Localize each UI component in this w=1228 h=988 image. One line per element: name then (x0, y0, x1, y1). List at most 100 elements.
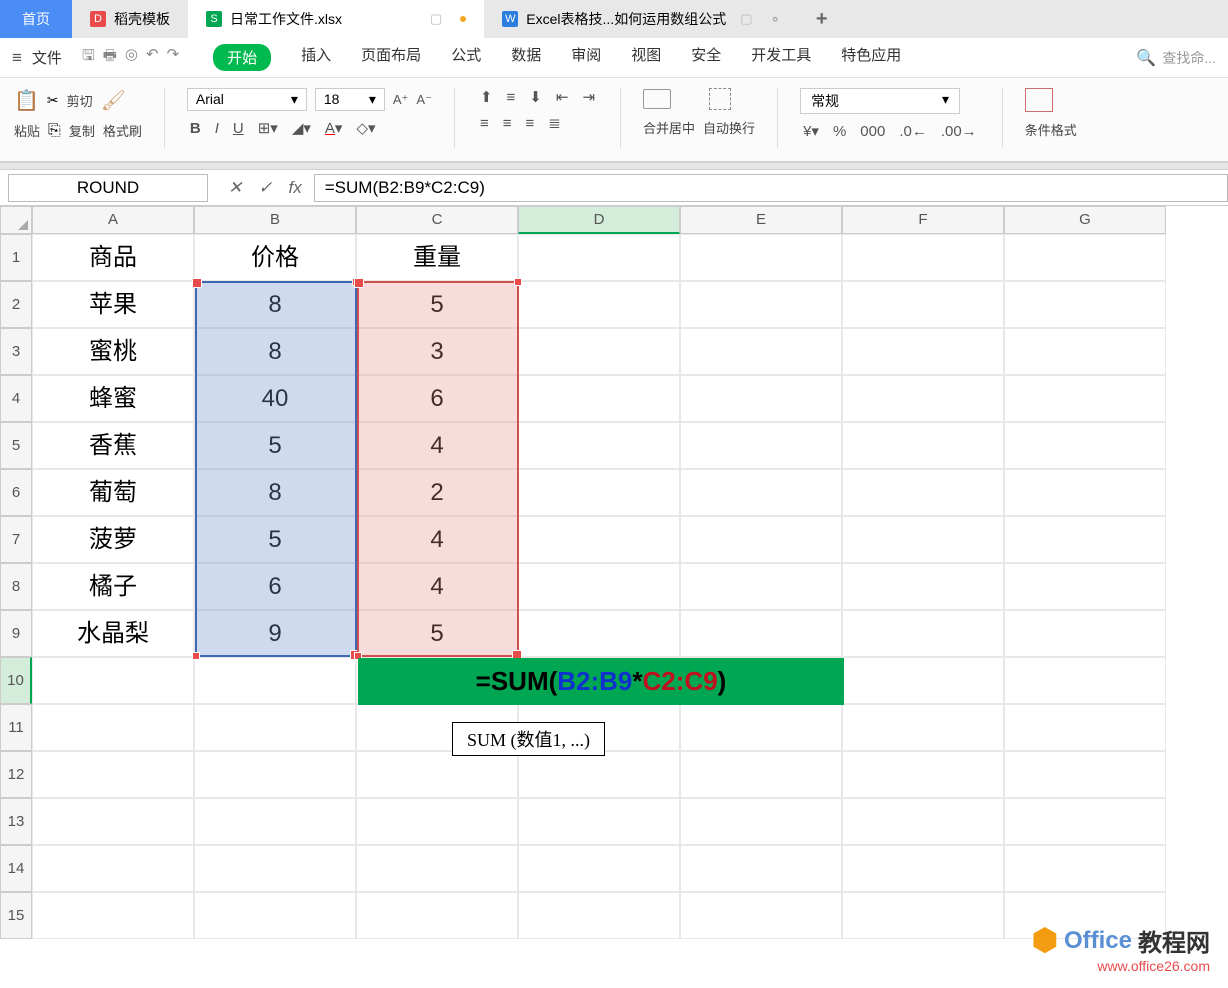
cell[interactable] (1004, 469, 1166, 516)
new-tab-button[interactable]: + (816, 8, 828, 31)
col-header-f[interactable]: F (842, 206, 1004, 234)
cell[interactable] (842, 422, 1004, 469)
cell[interactable] (842, 516, 1004, 563)
painter-label[interactable]: 格式刷 (103, 121, 142, 140)
cell[interactable]: 9 (194, 610, 356, 657)
cell[interactable] (518, 798, 680, 845)
cell[interactable] (842, 281, 1004, 328)
cell[interactable]: 橘子 (32, 563, 194, 610)
cell[interactable] (680, 328, 842, 375)
cell[interactable] (1004, 281, 1166, 328)
comma-icon[interactable]: 000 (857, 123, 888, 140)
clear-format-button[interactable]: ◇▾ (353, 119, 378, 137)
cell[interactable] (842, 375, 1004, 422)
tab-template[interactable]: D稻壳模板 (72, 0, 188, 38)
cell[interactable] (680, 516, 842, 563)
fx-icon[interactable]: fx (289, 178, 302, 198)
cell[interactable] (518, 563, 680, 610)
cell[interactable] (356, 845, 518, 892)
cell[interactable] (518, 469, 680, 516)
decrease-font-icon[interactable]: A⁻ (416, 92, 432, 108)
cell[interactable]: 5 (356, 281, 518, 328)
cell[interactable] (32, 704, 194, 751)
search-command[interactable]: 🔍查找命... (1136, 48, 1216, 68)
cell[interactable] (680, 704, 842, 751)
cell[interactable]: 商品 (32, 234, 194, 281)
cell[interactable]: 蜜桃 (32, 328, 194, 375)
col-header-c[interactable]: C (356, 206, 518, 234)
cell[interactable] (356, 892, 518, 939)
cond-format-icon[interactable] (1025, 88, 1053, 112)
fill-color-button[interactable]: ◢▾ (289, 119, 314, 137)
cell[interactable] (680, 892, 842, 939)
col-header-a[interactable]: A (32, 206, 194, 234)
row-header[interactable]: 15 (0, 892, 32, 939)
paste-label[interactable]: 粘贴 (14, 121, 40, 140)
cell[interactable] (518, 845, 680, 892)
row-header[interactable]: 3 (0, 328, 32, 375)
row-header[interactable]: 6 (0, 469, 32, 516)
wrap-label[interactable]: 自动换行 (703, 118, 755, 137)
cancel-formula-icon[interactable]: ✕ (228, 178, 242, 198)
cell[interactable] (356, 751, 518, 798)
cell[interactable] (32, 798, 194, 845)
align-mid-icon[interactable]: ≡ (504, 89, 519, 106)
wrap-icon[interactable] (709, 88, 731, 110)
tab-excel-tip[interactable]: WExcel表格技...如何运用数组公式▢∘ (484, 0, 798, 38)
cell[interactable]: 3 (356, 328, 518, 375)
menu-view[interactable]: 视图 (631, 44, 661, 71)
col-header-g[interactable]: G (1004, 206, 1166, 234)
font-size-select[interactable]: 18▾ (315, 88, 385, 111)
active-cell-formula[interactable]: =SUM( B2:B9 * C2:C9 ) (358, 658, 844, 705)
cell[interactable] (680, 610, 842, 657)
preview-icon[interactable]: ◎ (125, 45, 138, 70)
bold-button[interactable]: B (187, 120, 204, 137)
cond-format-label[interactable]: 条件格式 (1025, 120, 1077, 139)
cell[interactable] (518, 892, 680, 939)
row-header[interactable]: 7 (0, 516, 32, 563)
cut-icon[interactable]: ✂ (47, 92, 59, 109)
align-top-icon[interactable]: ⬆ (477, 88, 496, 106)
align-center-icon[interactable]: ≡ (500, 115, 515, 132)
cell[interactable] (518, 328, 680, 375)
cell[interactable] (1004, 657, 1166, 704)
cell[interactable]: 2 (356, 469, 518, 516)
menu-special[interactable]: 特色应用 (841, 44, 901, 71)
number-format-select[interactable]: 常规▾ (800, 88, 960, 114)
align-left-icon[interactable]: ≡ (477, 115, 492, 132)
cell[interactable]: 8 (194, 469, 356, 516)
dec-inc-icon[interactable]: .0← (896, 123, 930, 140)
cell[interactable] (842, 234, 1004, 281)
cell[interactable]: 香蕉 (32, 422, 194, 469)
cell[interactable] (680, 375, 842, 422)
italic-button[interactable]: I (212, 120, 222, 137)
cell[interactable] (1004, 751, 1166, 798)
cell[interactable] (680, 469, 842, 516)
cell[interactable] (680, 281, 842, 328)
row-header[interactable]: 8 (0, 563, 32, 610)
cell[interactable] (518, 610, 680, 657)
cell[interactable] (1004, 845, 1166, 892)
cell[interactable] (842, 610, 1004, 657)
row-header[interactable]: 5 (0, 422, 32, 469)
name-box[interactable]: ROUND (8, 174, 208, 202)
cell[interactable] (680, 234, 842, 281)
cell[interactable] (842, 845, 1004, 892)
col-header-d[interactable]: D (518, 206, 680, 234)
print-icon[interactable]: 🖶 (103, 45, 117, 70)
hamburger-icon[interactable]: ≡ (12, 48, 22, 68)
tab-workfile[interactable]: S日常工作文件.xlsx▢ (188, 0, 484, 38)
col-header-b[interactable]: B (194, 206, 356, 234)
cell[interactable] (518, 516, 680, 563)
row-header[interactable]: 12 (0, 751, 32, 798)
cell[interactable]: 4 (356, 516, 518, 563)
cell[interactable]: 苹果 (32, 281, 194, 328)
select-all-corner[interactable] (0, 206, 32, 234)
cell[interactable] (842, 704, 1004, 751)
cell[interactable] (194, 657, 356, 704)
cell[interactable] (194, 845, 356, 892)
cell[interactable]: 6 (194, 563, 356, 610)
menu-data[interactable]: 数据 (511, 44, 541, 71)
row-header[interactable]: 11 (0, 704, 32, 751)
font-color-button[interactable]: A▾ (322, 119, 346, 137)
